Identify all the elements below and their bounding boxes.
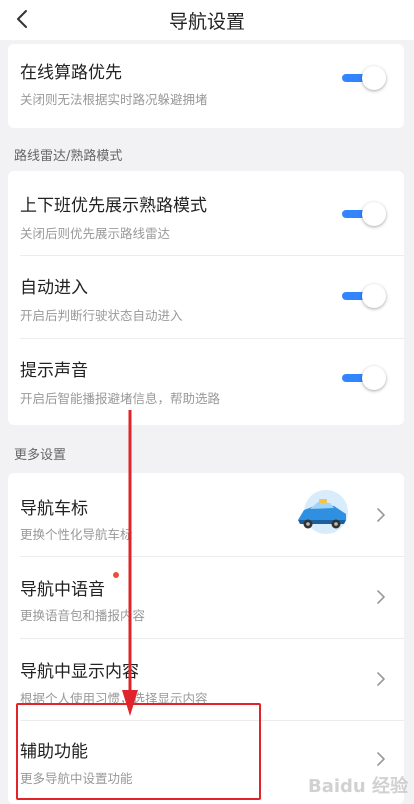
setting-title: 导航中语音	[20, 580, 105, 600]
taxi-car-icon	[298, 490, 348, 534]
commute-familiar-toggle[interactable]	[342, 202, 386, 226]
annotation-highlight-box	[16, 703, 261, 800]
setting-nav-voice[interactable]: 导航中语音 更换语音包和播报内容	[8, 557, 404, 638]
chevron-right-icon	[377, 752, 385, 766]
new-badge-dot	[113, 572, 119, 578]
section-label-more: 更多设置	[14, 448, 67, 463]
setting-title: 导航车标	[20, 499, 88, 519]
chevron-right-icon	[377, 672, 385, 686]
page-title: 导航设置	[168, 11, 245, 33]
chevron-right-icon	[377, 508, 385, 522]
setting-commute-familiar[interactable]: 上下班优先展示熟路模式 关闭后则优先展示路线雷达	[8, 171, 404, 255]
setting-prompt-sound[interactable]: 提示声音 开启后智能播报避堵信息，帮助选路	[8, 339, 404, 425]
section-label-radar: 路线雷达/熟路模式	[14, 149, 123, 164]
setting-subtitle: 关闭后则优先展示路线雷达	[20, 226, 171, 241]
online-card: 在线算路优先 关闭则无法根据实时路况躲避拥堵	[8, 44, 404, 128]
setting-subtitle: 更换个性化导航车标	[20, 527, 133, 542]
setting-title: 自动进入	[20, 278, 88, 298]
setting-car-icon[interactable]: 导航车标 更换个性化导航车标	[8, 473, 404, 556]
setting-auto-enter[interactable]: 自动进入 开启后判断行驶状态自动进入	[8, 256, 404, 338]
annotation-arrow	[122, 410, 138, 716]
prompt-sound-toggle[interactable]	[342, 366, 386, 390]
online-routing-toggle[interactable]	[342, 66, 386, 90]
setting-subtitle: 开启后智能播报避堵信息，帮助选路	[20, 391, 221, 406]
chevron-right-icon	[377, 590, 385, 604]
setting-online-routing[interactable]: 在线算路优先 关闭则无法根据实时路况躲避拥堵	[8, 44, 404, 128]
setting-subtitle: 关闭则无法根据实时路况躲避拥堵	[20, 92, 208, 107]
setting-title: 上下班优先展示熟路模式	[20, 196, 207, 216]
radar-card: 上下班优先展示熟路模式 关闭后则优先展示路线雷达 自动进入 开启后判断行驶状态自…	[8, 171, 404, 425]
setting-title: 提示声音	[20, 361, 88, 381]
watermark: Baidu 经验	[307, 776, 408, 797]
setting-subtitle: 开启后判断行驶状态自动进入	[20, 308, 183, 323]
auto-enter-toggle[interactable]	[342, 284, 386, 308]
nav-header: 导航设置	[0, 0, 414, 40]
setting-title: 在线算路优先	[20, 63, 122, 83]
